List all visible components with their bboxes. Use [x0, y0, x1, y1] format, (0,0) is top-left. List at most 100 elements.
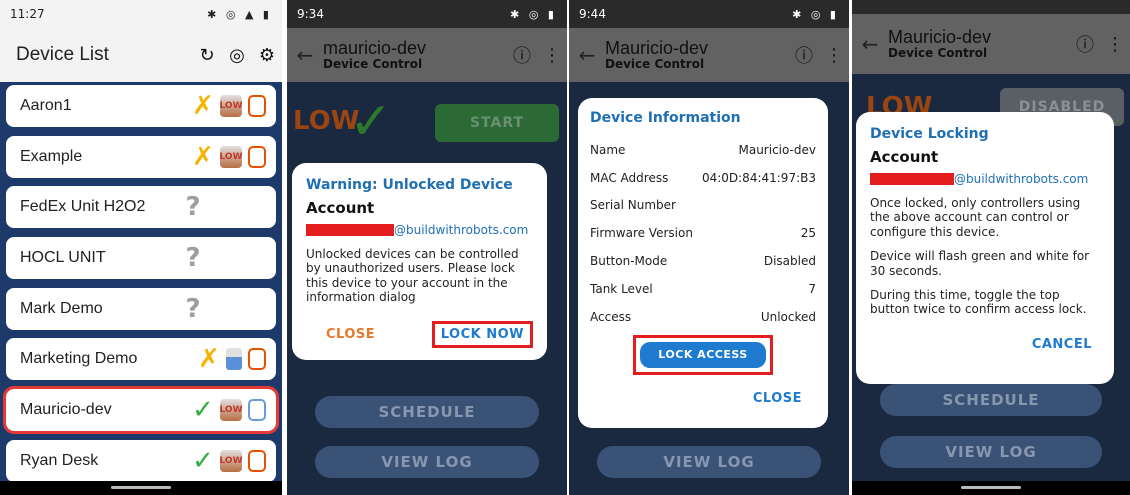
- device-title: mauricio-dev: [323, 37, 427, 58]
- back-arrow-icon[interactable]: ←: [287, 43, 323, 67]
- info-value: 7: [808, 281, 816, 296]
- info-row: Access Unlocked: [590, 303, 816, 331]
- device-name: Ryan Desk: [20, 451, 99, 469]
- device-name: Mauricio-dev: [20, 401, 112, 419]
- more-icon[interactable]: ⋮: [1100, 34, 1130, 55]
- info-value: 25: [800, 226, 816, 241]
- info-value: Mauricio-dev: [738, 142, 816, 157]
- dialog-actions: CANCEL: [870, 333, 1100, 352]
- schedule-button[interactable]: SCHEDULE: [880, 384, 1102, 416]
- redacted-block: [870, 173, 954, 185]
- info-value: Unlocked: [760, 309, 816, 324]
- device-list-item[interactable]: HOCL UNIT?: [6, 237, 276, 280]
- locate-icon[interactable]: ◎: [222, 45, 252, 66]
- email-domain: @buildwithrobots.com: [954, 172, 1089, 186]
- home-indicator[interactable]: [961, 486, 1021, 489]
- page-title: Device List: [16, 44, 109, 65]
- close-button[interactable]: CLOSE: [753, 391, 802, 406]
- status-bar: [852, 0, 1130, 14]
- status-bar: 9:44 ✱ ◎ ▮: [569, 0, 849, 28]
- app-bar: ← Mauricio-dev Device Control ⓘ ⋮: [569, 28, 849, 82]
- device-title: Mauricio-dev: [888, 26, 992, 47]
- redacted-block: [306, 224, 394, 236]
- device-name: Marketing Demo: [20, 350, 138, 368]
- lock-icon: [248, 348, 266, 371]
- info-row: MAC Address 04:0D:84:41:97:B3: [590, 164, 816, 192]
- schedule-button[interactable]: SCHEDULE: [315, 396, 539, 428]
- dialog-body: Unlocked devices can be controlled by un…: [306, 247, 519, 305]
- info-label: MAC Address: [590, 170, 669, 185]
- lock-icon: [248, 95, 266, 117]
- refresh-icon[interactable]: ↻: [192, 45, 222, 66]
- lock-icon: [248, 145, 266, 168]
- device-list-item[interactable]: Example ✗ LOW: [6, 135, 276, 178]
- lock-access-button[interactable]: LOCK ACCESS: [640, 341, 766, 368]
- device-title: Mauricio-dev: [605, 37, 709, 58]
- info-label: Name: [590, 142, 626, 157]
- dialog-title: Warning: Unlocked Device: [306, 177, 513, 193]
- account-heading: Account: [870, 148, 939, 166]
- tank-low-icon: LOW: [220, 95, 243, 117]
- device-list-item[interactable]: Mark Demo?: [6, 287, 276, 330]
- device-subtitle: Device Control: [323, 57, 423, 72]
- view-log-button[interactable]: VIEW LOG: [880, 436, 1102, 468]
- dialog-actions: CLOSE: [590, 387, 816, 406]
- device-name: FedEx Unit H2O2: [20, 198, 146, 216]
- lock-now-button[interactable]: LOCK NOW: [431, 320, 533, 348]
- status-time: 9:34: [297, 7, 324, 21]
- status-bar: 9:34 ✱ ◎ ▮: [287, 0, 567, 28]
- status-icons: ✱ ◎ ▲ ▮: [207, 7, 272, 21]
- account-heading: Account: [306, 199, 375, 217]
- device-list: Aaron1 ✗ LOW Example ✗ LOW FedEx Unit H2O2? HOC…: [0, 82, 282, 495]
- unlocked-icon: [248, 399, 266, 422]
- title-block: mauricio-dev Device Control: [323, 37, 507, 72]
- offline-x-icon: ✗: [192, 91, 214, 121]
- device-list-item[interactable]: Aaron1 ✗ LOW: [6, 85, 276, 127]
- close-button[interactable]: CLOSE: [326, 327, 375, 342]
- online-check-icon: ✓: [192, 445, 214, 476]
- device-list-item[interactable]: Marketing Demo ✗: [6, 338, 276, 381]
- device-list-item[interactable]: Ryan Desk ✓ LOW: [6, 439, 276, 482]
- device-subtitle: Device Control: [605, 57, 705, 72]
- tank-level-icon: [226, 348, 242, 371]
- device-list-item[interactable]: FedEx Unit H2O2?: [6, 186, 276, 229]
- view-log-button[interactable]: VIEW LOG: [597, 446, 821, 478]
- status-icons: ✱ ◎ ▮: [792, 7, 839, 21]
- tank-low-icon: LOW: [220, 145, 243, 168]
- status-time: 11:27: [10, 7, 45, 21]
- device-name: Mark Demo: [20, 299, 103, 317]
- dialog-actions: CLOSE LOCK NOW: [306, 320, 533, 348]
- view-log-button[interactable]: VIEW LOG: [315, 446, 539, 478]
- gear-icon[interactable]: ⚙: [252, 45, 282, 66]
- info-row: Button-Mode Disabled: [590, 247, 816, 275]
- info-icon[interactable]: ⓘ: [1070, 31, 1100, 57]
- offline-x-icon: ✗: [192, 141, 214, 172]
- home-indicator[interactable]: [111, 486, 171, 489]
- back-arrow-icon[interactable]: ←: [852, 32, 888, 56]
- device-list-item[interactable]: Mauricio-dev ✓ LOW: [3, 386, 279, 435]
- info-icon[interactable]: ⓘ: [507, 42, 537, 68]
- app-bar: Device List ↻ ◎ ⚙: [0, 28, 282, 82]
- app-bar: ← Mauricio-dev Device Control ⓘ ⋮: [852, 14, 1130, 74]
- info-icon[interactable]: ⓘ: [789, 42, 819, 68]
- lock-icon: [248, 449, 266, 472]
- start-button[interactable]: START: [435, 104, 559, 142]
- status-icons: ✱ ◎ ▮: [510, 7, 557, 21]
- app-bar: ← mauricio-dev Device Control ⓘ ⋮: [287, 28, 567, 82]
- cancel-button[interactable]: CANCEL: [1032, 337, 1092, 352]
- back-arrow-icon[interactable]: ←: [569, 43, 605, 67]
- info-rows: Name Mauricio-dev MAC Address 04:0D:84:41:9…: [590, 136, 816, 331]
- info-row: Tank Level 7: [590, 275, 816, 303]
- device-name: Aaron1: [20, 97, 72, 114]
- device-list-screen: 11:27 ✱ ◎ ▲ ▮ Device List ↻ ◎ ⚙ Aaron1 ✗ L…: [0, 0, 282, 495]
- device-locking-screen: ← Mauricio-dev Device Control ⓘ ⋮ LOW DI…: [852, 0, 1130, 495]
- more-icon[interactable]: ⋮: [537, 45, 567, 66]
- unknown-status-icon: ?: [185, 192, 201, 223]
- more-icon[interactable]: ⋮: [819, 45, 849, 66]
- info-row: Name Mauricio-dev: [590, 136, 816, 164]
- info-label: Firmware Version: [590, 226, 693, 241]
- offline-x-icon: ✗: [198, 344, 220, 375]
- status-bar: 11:27 ✱ ◎ ▲ ▮: [0, 0, 282, 28]
- device-name: Example: [20, 147, 83, 165]
- tank-low-icon: LOW: [220, 449, 243, 472]
